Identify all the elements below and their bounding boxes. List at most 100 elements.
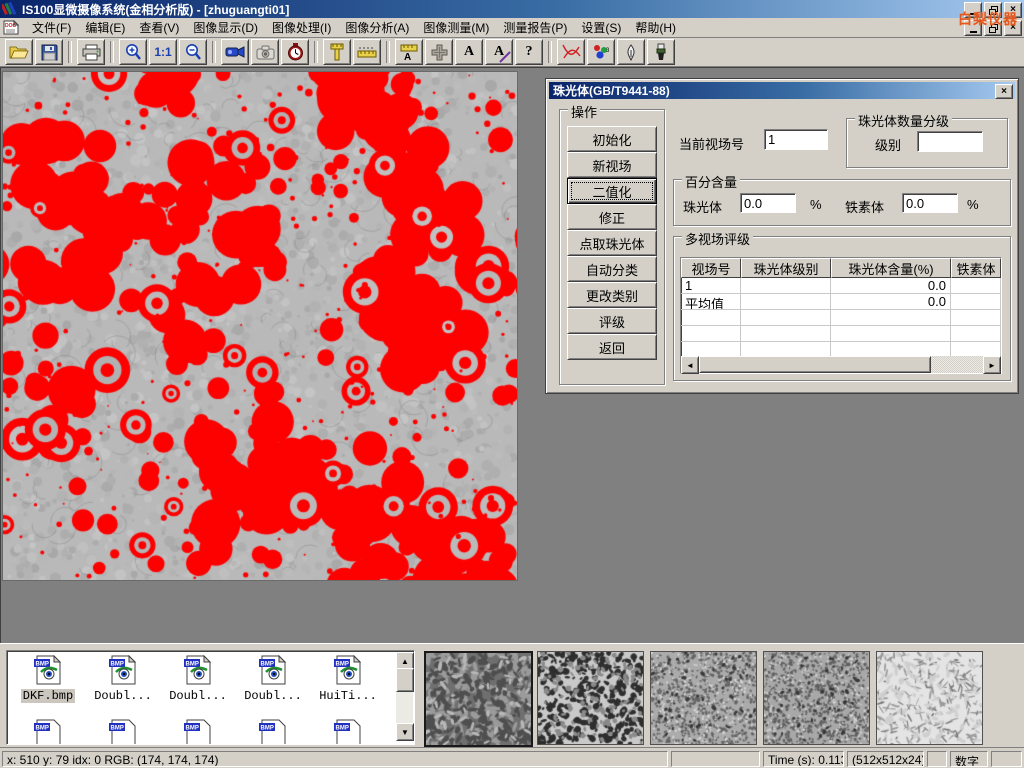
file-item[interactable]: BMP — [86, 719, 160, 745]
file-item[interactable]: BMP HuiTi... — [311, 655, 385, 703]
file-item[interactable]: BMP — [161, 719, 235, 745]
specimen-image[interactable] — [2, 71, 518, 581]
pan-cross-button[interactable] — [425, 39, 453, 65]
thumbnail-2[interactable] — [537, 651, 644, 745]
text-angle-button[interactable]: A — [485, 39, 513, 65]
auto-classify-button[interactable]: 自动分类 — [567, 256, 657, 282]
video-camera-button[interactable] — [221, 39, 249, 65]
menu-item-file[interactable]: 文件(F) — [25, 17, 78, 38]
initialize-button[interactable]: 初始化 — [567, 126, 657, 152]
grading-group-label: 珠光体数量分级 — [855, 111, 952, 130]
save-button[interactable] — [35, 39, 63, 65]
thumbnail-3[interactable] — [650, 651, 757, 745]
menu-item-image-process[interactable]: 图像处理(I) — [265, 17, 338, 38]
file-name: DKF.bmp — [21, 689, 75, 703]
window-title: IS100显微摄像系统(金相分析版) - [zhuguangti01] — [22, 1, 289, 18]
menu-item-settings[interactable]: 设置(S) — [574, 17, 628, 38]
open-file-button[interactable] — [5, 39, 33, 65]
scroll-thumb[interactable] — [699, 356, 931, 373]
percent-group: 百分含量 珠光体 % 铁素体 % — [673, 179, 1011, 226]
zoom-in-button[interactable] — [119, 39, 147, 65]
snapshot-camera-button[interactable] — [251, 39, 279, 65]
multi-field-group-label: 多视场评级 — [682, 229, 753, 248]
new-field-button[interactable]: 新视场 — [567, 152, 657, 178]
menu-item-help[interactable]: 帮助(H) — [628, 17, 683, 38]
pearlite-input[interactable] — [740, 193, 796, 213]
pick-pearlite-button[interactable]: 点取珠光体 — [567, 230, 657, 256]
table-row[interactable] — [681, 326, 1001, 342]
timer-button[interactable] — [281, 39, 309, 65]
scroll-track[interactable] — [699, 356, 983, 373]
measure-text-icon: A — [400, 44, 418, 61]
menu-item-image-measure[interactable]: 图像测量(M) — [416, 17, 496, 38]
file-item[interactable]: BMP — [311, 719, 385, 745]
ferrite-input[interactable] — [902, 193, 958, 213]
dialog-title-bar[interactable]: 珠光体(GB/T9441-88) — [549, 82, 1015, 99]
table-row[interactable]: 平均值 0.0 — [681, 294, 1001, 310]
caliper-button[interactable] — [323, 39, 351, 65]
scroll-thumb[interactable] — [396, 668, 414, 692]
status-time: Time (s): 0.113 — [763, 751, 844, 767]
zoom-out-button[interactable] — [179, 39, 207, 65]
minimize-button[interactable] — [964, 2, 982, 18]
file-item[interactable]: BMP Doubl... — [236, 655, 310, 703]
pan-cross-icon — [431, 44, 448, 61]
file-name: Doubl... — [92, 689, 154, 703]
cell-grade — [741, 294, 831, 310]
file-item[interactable]: BMP — [236, 719, 310, 745]
document-icon: DOC — [3, 20, 19, 35]
rate-button[interactable]: 评级 — [567, 308, 657, 334]
child-minimize-button[interactable] — [964, 20, 982, 36]
bmp-file-icon: BMP — [183, 719, 213, 745]
snapshot-camera-icon — [256, 45, 275, 60]
thumbnail-4[interactable] — [763, 651, 870, 745]
scroll-down-button[interactable]: ▼ — [396, 723, 414, 741]
scroll-left-button[interactable]: ◄ — [681, 356, 699, 374]
file-item[interactable]: BMP DKF.bmp — [11, 655, 85, 703]
thumbnail-1[interactable] — [424, 651, 533, 747]
table-row[interactable] — [681, 310, 1001, 326]
table-horizontal-scrollbar[interactable]: ◄ ► — [681, 356, 1001, 373]
child-close-button[interactable]: × — [1004, 20, 1022, 36]
menu-item-view[interactable]: 查看(V) — [132, 17, 186, 38]
menu-item-measure-report[interactable]: 测量报告(P) — [496, 17, 574, 38]
count-points-button[interactable]: 3 — [587, 39, 615, 65]
return-button[interactable]: 返回 — [567, 334, 657, 360]
pen-icon — [624, 44, 638, 61]
thumbnail-5[interactable] — [876, 651, 983, 745]
file-item[interactable]: BMP — [11, 719, 85, 745]
file-item[interactable]: BMP Doubl... — [161, 655, 235, 703]
actual-size-button[interactable]: 1:1 — [149, 39, 177, 65]
brush-button[interactable] — [647, 39, 675, 65]
correct-button[interactable]: 修正 — [567, 204, 657, 230]
measure-text-button[interactable]: A — [395, 39, 423, 65]
current-field-input[interactable] — [764, 129, 828, 150]
restore-button[interactable] — [984, 2, 1002, 18]
level-input[interactable] — [917, 131, 983, 152]
menu-item-image-analysis[interactable]: 图像分析(A) — [338, 17, 416, 38]
change-class-button[interactable]: 更改类别 — [567, 282, 657, 308]
close-button[interactable]: × — [1004, 2, 1022, 18]
menu-item-image-display[interactable]: 图像显示(D) — [186, 17, 265, 38]
pen-button[interactable] — [617, 39, 645, 65]
svg-text:BMP: BMP — [111, 662, 124, 668]
dialog-close-icon: × — [1001, 87, 1007, 96]
table-row[interactable]: 1 0.0 — [681, 278, 1001, 294]
binarize-button[interactable]: 二值化 — [567, 178, 657, 204]
ruler-button[interactable] — [353, 39, 381, 65]
multi-field-group: 多视场评级 视场号 珠光体级别 珠光体含量(%) 铁素体 1 0.0 — [673, 236, 1011, 381]
file-item[interactable]: BMP Doubl... — [86, 655, 160, 703]
svg-text:A: A — [404, 52, 411, 61]
cell-ferrite — [951, 294, 1001, 310]
dialog-close-button[interactable]: × — [995, 84, 1013, 99]
help-button[interactable]: ? — [515, 39, 543, 65]
file-list-scrollbar[interactable]: ▲ ▼ — [396, 652, 413, 741]
restore-icon — [989, 6, 998, 15]
status-resolution: (512x512x24) — [847, 751, 924, 767]
text-button[interactable]: A — [455, 39, 483, 65]
print-button[interactable] — [77, 39, 105, 65]
curve-tool-button[interactable] — [557, 39, 585, 65]
scroll-right-button[interactable]: ► — [983, 356, 1001, 374]
menu-item-edit[interactable]: 编辑(E) — [78, 17, 132, 38]
child-restore-button[interactable] — [984, 20, 1002, 36]
